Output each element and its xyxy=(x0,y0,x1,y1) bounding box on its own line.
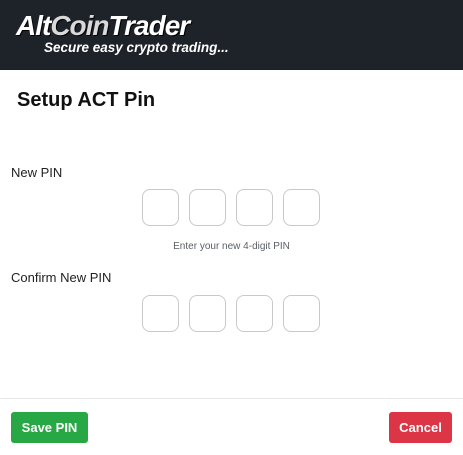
new-pin-digit-1[interactable] xyxy=(142,189,179,226)
confirm-pin-digit-1[interactable] xyxy=(142,295,179,332)
new-pin-label: New PIN xyxy=(11,165,63,180)
new-pin-inputs xyxy=(142,189,322,227)
logo-text-coin: Coin xyxy=(50,10,109,41)
app-header: AltCoinTrader Secure easy crypto trading… xyxy=(0,0,463,70)
footer-divider xyxy=(0,398,463,399)
logo-tagline: Secure easy crypto trading... xyxy=(44,40,229,55)
new-pin-helper-text: Enter your new 4-digit PIN xyxy=(173,241,290,252)
confirm-pin-digit-4[interactable] xyxy=(283,295,320,332)
logo-text-alt: Alt xyxy=(16,10,51,41)
confirm-pin-inputs xyxy=(142,295,322,333)
cancel-button[interactable]: Cancel xyxy=(389,412,452,443)
logo-text-trader: Trader xyxy=(108,10,191,41)
new-pin-digit-4[interactable] xyxy=(283,189,320,226)
save-pin-button[interactable]: Save PIN xyxy=(11,412,88,443)
altcointrader-logo: AltCoinTrader xyxy=(16,10,191,42)
dialog-title: Setup ACT Pin xyxy=(17,89,156,111)
confirm-pin-digit-2[interactable] xyxy=(189,295,226,332)
confirm-pin-digit-3[interactable] xyxy=(236,295,273,332)
confirm-pin-label: Confirm New PIN xyxy=(11,270,112,285)
new-pin-digit-2[interactable] xyxy=(189,189,226,226)
new-pin-digit-3[interactable] xyxy=(236,189,273,226)
